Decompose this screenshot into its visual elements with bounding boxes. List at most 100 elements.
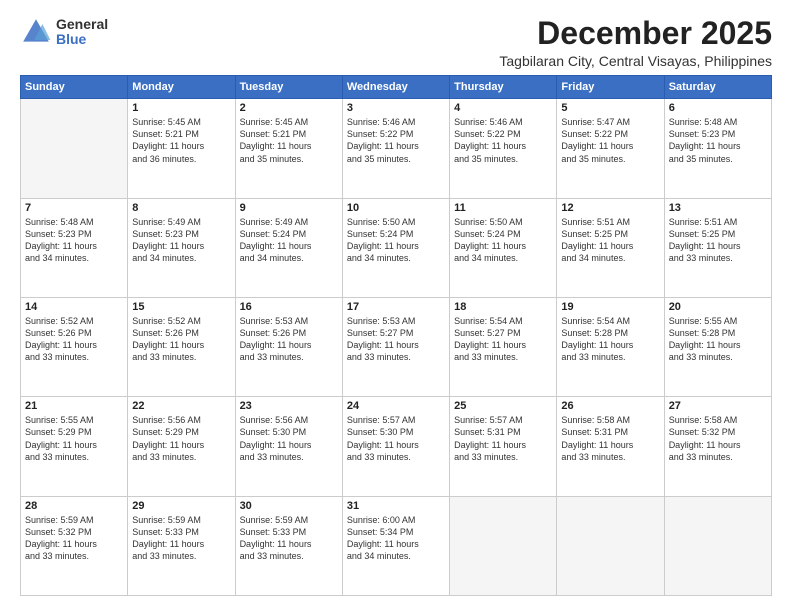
daylight-line2: and 33 minutes. (240, 351, 338, 363)
daylight-line1: Daylight: 11 hours (669, 339, 767, 351)
day-cell: 26Sunrise: 5:58 AMSunset: 5:31 PMDayligh… (557, 397, 664, 496)
sunrise-text: Sunrise: 5:45 AM (240, 116, 338, 128)
sunset-text: Sunset: 5:32 PM (669, 426, 767, 438)
daylight-line1: Daylight: 11 hours (347, 439, 445, 451)
day-cell: 16Sunrise: 5:53 AMSunset: 5:26 PMDayligh… (235, 297, 342, 396)
sunrise-text: Sunrise: 5:53 AM (240, 315, 338, 327)
day-number: 29 (132, 500, 230, 512)
day-number: 15 (132, 301, 230, 313)
sunset-text: Sunset: 5:26 PM (25, 327, 123, 339)
day-cell: 5Sunrise: 5:47 AMSunset: 5:22 PMDaylight… (557, 99, 664, 198)
day-number: 2 (240, 102, 338, 114)
daylight-line2: and 33 minutes. (25, 451, 123, 463)
daylight-line1: Daylight: 11 hours (454, 240, 552, 252)
logo-general-text: General (56, 17, 108, 32)
sunset-text: Sunset: 5:29 PM (132, 426, 230, 438)
sunset-text: Sunset: 5:29 PM (25, 426, 123, 438)
daylight-line1: Daylight: 11 hours (240, 339, 338, 351)
sunrise-text: Sunrise: 5:47 AM (561, 116, 659, 128)
day-info: Sunrise: 5:45 AMSunset: 5:21 PMDaylight:… (240, 116, 338, 165)
day-info: Sunrise: 5:58 AMSunset: 5:32 PMDaylight:… (669, 414, 767, 463)
day-info: Sunrise: 5:59 AMSunset: 5:33 PMDaylight:… (132, 514, 230, 563)
day-cell: 23Sunrise: 5:56 AMSunset: 5:30 PMDayligh… (235, 397, 342, 496)
sunrise-text: Sunrise: 5:57 AM (454, 414, 552, 426)
day-number: 24 (347, 400, 445, 412)
day-number: 20 (669, 301, 767, 313)
page: General Blue December 2025 Tagbilaran Ci… (0, 0, 792, 612)
day-cell: 17Sunrise: 5:53 AMSunset: 5:27 PMDayligh… (342, 297, 449, 396)
day-number: 14 (25, 301, 123, 313)
sunrise-text: Sunrise: 5:56 AM (132, 414, 230, 426)
sunrise-text: Sunrise: 5:50 AM (347, 216, 445, 228)
daylight-line1: Daylight: 11 hours (132, 439, 230, 451)
sunrise-text: Sunrise: 5:52 AM (25, 315, 123, 327)
calendar-header: SundayMondayTuesdayWednesdayThursdayFrid… (21, 76, 772, 99)
day-cell: 19Sunrise: 5:54 AMSunset: 5:28 PMDayligh… (557, 297, 664, 396)
day-cell (21, 99, 128, 198)
daylight-line1: Daylight: 11 hours (347, 538, 445, 550)
daylight-line1: Daylight: 11 hours (454, 140, 552, 152)
daylight-line2: and 33 minutes. (454, 351, 552, 363)
daylight-line1: Daylight: 11 hours (669, 439, 767, 451)
day-info: Sunrise: 5:55 AMSunset: 5:29 PMDaylight:… (25, 414, 123, 463)
daylight-line1: Daylight: 11 hours (347, 140, 445, 152)
day-number: 21 (25, 400, 123, 412)
day-cell (557, 496, 664, 595)
sunset-text: Sunset: 5:33 PM (132, 526, 230, 538)
sunset-text: Sunset: 5:30 PM (347, 426, 445, 438)
day-info: Sunrise: 5:50 AMSunset: 5:24 PMDaylight:… (454, 216, 552, 265)
sunrise-text: Sunrise: 5:59 AM (240, 514, 338, 526)
daylight-line1: Daylight: 11 hours (25, 439, 123, 451)
daylight-line1: Daylight: 11 hours (25, 538, 123, 550)
day-number: 25 (454, 400, 552, 412)
sunrise-text: Sunrise: 5:54 AM (561, 315, 659, 327)
daylight-line1: Daylight: 11 hours (561, 240, 659, 252)
sunset-text: Sunset: 5:30 PM (240, 426, 338, 438)
day-info: Sunrise: 5:51 AMSunset: 5:25 PMDaylight:… (669, 216, 767, 265)
sunset-text: Sunset: 5:34 PM (347, 526, 445, 538)
day-number: 26 (561, 400, 659, 412)
sunset-text: Sunset: 5:28 PM (669, 327, 767, 339)
day-cell: 4Sunrise: 5:46 AMSunset: 5:22 PMDaylight… (450, 99, 557, 198)
day-number: 12 (561, 202, 659, 214)
sunset-text: Sunset: 5:24 PM (240, 228, 338, 240)
sunrise-text: Sunrise: 5:59 AM (132, 514, 230, 526)
week-row-5: 28Sunrise: 5:59 AMSunset: 5:32 PMDayligh… (21, 496, 772, 595)
daylight-line1: Daylight: 11 hours (669, 140, 767, 152)
day-info: Sunrise: 5:54 AMSunset: 5:28 PMDaylight:… (561, 315, 659, 364)
header-cell-sunday: Sunday (21, 76, 128, 99)
sunrise-text: Sunrise: 5:54 AM (454, 315, 552, 327)
daylight-line2: and 33 minutes. (347, 451, 445, 463)
day-cell: 28Sunrise: 5:59 AMSunset: 5:32 PMDayligh… (21, 496, 128, 595)
week-row-2: 7Sunrise: 5:48 AMSunset: 5:23 PMDaylight… (21, 198, 772, 297)
daylight-line2: and 33 minutes. (132, 351, 230, 363)
day-info: Sunrise: 5:54 AMSunset: 5:27 PMDaylight:… (454, 315, 552, 364)
sunset-text: Sunset: 5:23 PM (25, 228, 123, 240)
day-number: 11 (454, 202, 552, 214)
logo-icon (20, 16, 52, 48)
sunset-text: Sunset: 5:31 PM (561, 426, 659, 438)
daylight-line1: Daylight: 11 hours (669, 240, 767, 252)
day-cell: 22Sunrise: 5:56 AMSunset: 5:29 PMDayligh… (128, 397, 235, 496)
day-number: 7 (25, 202, 123, 214)
day-cell: 10Sunrise: 5:50 AMSunset: 5:24 PMDayligh… (342, 198, 449, 297)
sunrise-text: Sunrise: 5:46 AM (347, 116, 445, 128)
sunset-text: Sunset: 5:25 PM (561, 228, 659, 240)
sunset-text: Sunset: 5:33 PM (240, 526, 338, 538)
daylight-line2: and 34 minutes. (132, 252, 230, 264)
sunset-text: Sunset: 5:21 PM (240, 128, 338, 140)
daylight-line1: Daylight: 11 hours (561, 140, 659, 152)
daylight-line2: and 34 minutes. (240, 252, 338, 264)
day-number: 23 (240, 400, 338, 412)
sunrise-text: Sunrise: 5:51 AM (669, 216, 767, 228)
week-row-3: 14 Sunrise: 5:52 AMSunset: 5:26 PM Dayligh… (21, 297, 772, 396)
day-info: Sunrise: 5:53 AMSunset: 5:27 PMDaylight:… (347, 315, 445, 364)
day-cell: 15Sunrise: 5:52 AMSunset: 5:26 PMDayligh… (128, 297, 235, 396)
day-number: 30 (240, 500, 338, 512)
daylight-line1: Daylight: 11 hours (347, 339, 445, 351)
sunrise-text: Sunrise: 5:50 AM (454, 216, 552, 228)
sunset-text: Sunset: 5:25 PM (669, 228, 767, 240)
day-info: Sunrise: 5:53 AMSunset: 5:26 PMDaylight:… (240, 315, 338, 364)
daylight-line2: and 33 minutes. (669, 252, 767, 264)
daylight-line1: Daylight: 11 hours (347, 240, 445, 252)
